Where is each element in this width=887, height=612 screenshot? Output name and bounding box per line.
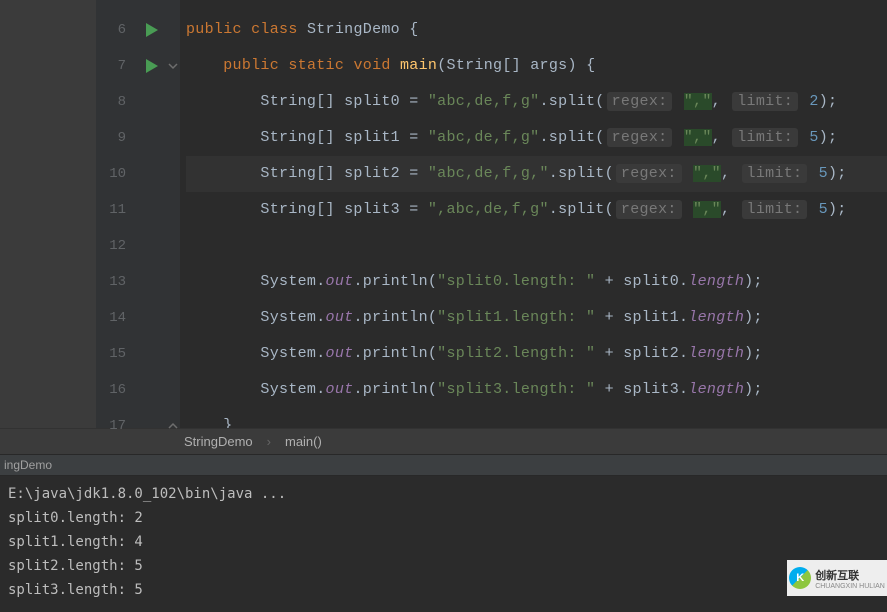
editor: 6 7 8 9 10 11 12 13 14 15 16 17 public c… [0, 0, 887, 428]
line-number: 10 [96, 156, 138, 192]
line-number: 17 [96, 408, 138, 444]
console-cmd: E:\java\jdk1.8.0_102\bin\java ... [8, 482, 879, 506]
watermark-sub: CHUANGXIN HULIAN [815, 583, 885, 590]
param-hint: regex: [607, 128, 673, 147]
run-class-icon[interactable] [138, 12, 166, 48]
run-method-icon[interactable] [138, 48, 166, 84]
param-hint: regex: [616, 164, 682, 183]
code-line[interactable] [186, 228, 887, 264]
line-number: 7 [96, 48, 138, 84]
console-output: split3.length: 5 [8, 578, 879, 602]
console-output: split0.length: 2 [8, 506, 879, 530]
param-hint: regex: [607, 92, 673, 111]
fold-toggle-icon[interactable] [166, 48, 180, 84]
param-hint: limit: [742, 164, 808, 183]
project-gutter [0, 0, 96, 428]
code-line[interactable]: String[] split1 = "abc,de,f,g".split(reg… [186, 120, 887, 156]
param-hint: limit: [732, 92, 798, 111]
code-area[interactable]: public class StringDemo { public static … [180, 0, 887, 428]
param-hint: limit: [742, 200, 808, 219]
chevron-right-icon: › [267, 434, 271, 449]
line-number: 9 [96, 120, 138, 156]
line-number: 14 [96, 300, 138, 336]
console[interactable]: E:\java\jdk1.8.0_102\bin\java ... split0… [0, 476, 887, 602]
code-line[interactable]: System.out.println("split3.length: " + s… [186, 372, 887, 408]
breadcrumb-class[interactable]: StringDemo [184, 434, 253, 449]
fold-gutter [166, 0, 180, 428]
line-number: 16 [96, 372, 138, 408]
watermark-logo-icon: K [789, 567, 811, 589]
line-number: 8 [96, 84, 138, 120]
line-numbers: 6 7 8 9 10 11 12 13 14 15 16 17 [96, 0, 138, 428]
run-config-label: ingDemo [4, 458, 52, 472]
line-number: 11 [96, 192, 138, 228]
param-hint: limit: [732, 128, 798, 147]
code-line[interactable]: System.out.println("split0.length: " + s… [186, 264, 887, 300]
fold-end-icon[interactable] [166, 408, 180, 444]
code-line[interactable]: } [186, 408, 887, 428]
param-hint: regex: [616, 200, 682, 219]
code-line[interactable]: System.out.println("split2.length: " + s… [186, 336, 887, 372]
line-number: 6 [96, 12, 138, 48]
code-line[interactable]: String[] split3 = ",abc,de,f,g".split(re… [186, 192, 887, 228]
console-output: split1.length: 4 [8, 530, 879, 554]
line-number: 12 [96, 228, 138, 264]
watermark-brand: 创新互联 [815, 567, 885, 583]
line-number: 15 [96, 336, 138, 372]
code-line[interactable]: String[] split0 = "abc,de,f,g".split(reg… [186, 84, 887, 120]
code-line[interactable]: public class StringDemo { [186, 12, 887, 48]
breadcrumb-method[interactable]: main() [285, 434, 322, 449]
watermark: K 创新互联 CHUANGXIN HULIAN [787, 560, 887, 596]
code-line-current[interactable]: String[] split2 = "abc,de,f,g,".split(re… [186, 156, 887, 192]
code-line[interactable]: public static void main(String[] args) { [186, 48, 887, 84]
console-output: split2.length: 5 [8, 554, 879, 578]
run-config-tab[interactable]: ingDemo [0, 454, 887, 476]
line-number: 13 [96, 264, 138, 300]
code-line[interactable]: System.out.println("split1.length: " + s… [186, 300, 887, 336]
run-gutter [138, 0, 166, 428]
